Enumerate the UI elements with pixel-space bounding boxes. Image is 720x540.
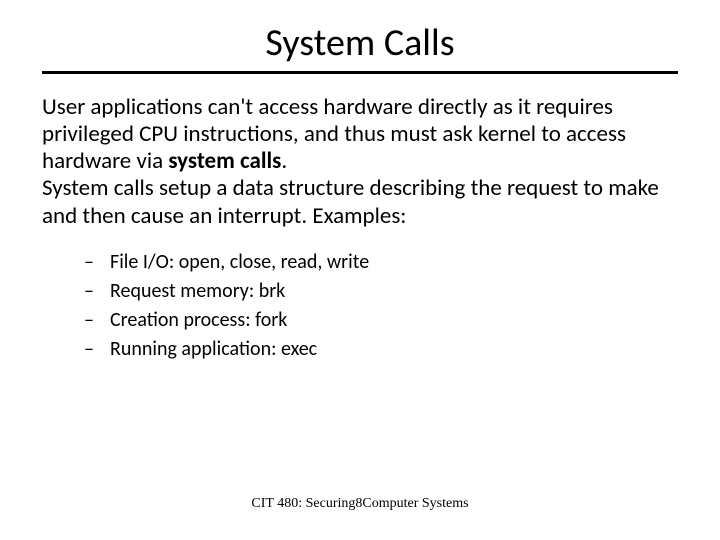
list-item-text: Creation process: fork — [110, 306, 287, 335]
slide-content: System Calls User applications can't acc… — [0, 0, 720, 364]
list-item-text: Request memory: brk — [110, 277, 285, 306]
list-item-text: Running application: exec — [110, 335, 317, 364]
slide-footer: CIT 480: Securing8Computer Systems — [0, 496, 720, 512]
list-dash: – — [84, 248, 96, 277]
list-item: – Creation process: fork — [84, 306, 678, 335]
example-list: – File I/O: open, close, read, write – R… — [84, 248, 678, 364]
slide-title: System Calls — [42, 20, 678, 66]
list-item-text: File I/O: open, close, read, write — [110, 248, 369, 277]
list-dash: – — [84, 335, 96, 364]
list-item: – Request memory: brk — [84, 277, 678, 306]
list-item: – File I/O: open, close, read, write — [84, 248, 678, 277]
paragraph-1: User applications can't access hardware … — [42, 94, 678, 175]
paragraph-2: System calls setup a data structure desc… — [42, 175, 678, 229]
footer-text-right: Computer Systems — [362, 496, 468, 511]
list-item: – Running application: exec — [84, 335, 678, 364]
paragraph-1-text: User applications can't access hardware … — [42, 93, 626, 175]
paragraph-1-bold: system calls — [168, 147, 281, 175]
title-underline — [42, 71, 678, 74]
list-dash: – — [84, 306, 96, 335]
paragraph-1-tail: . — [281, 147, 287, 175]
list-dash: – — [84, 277, 96, 306]
footer-text-left: CIT 480: Securing — [251, 496, 355, 511]
